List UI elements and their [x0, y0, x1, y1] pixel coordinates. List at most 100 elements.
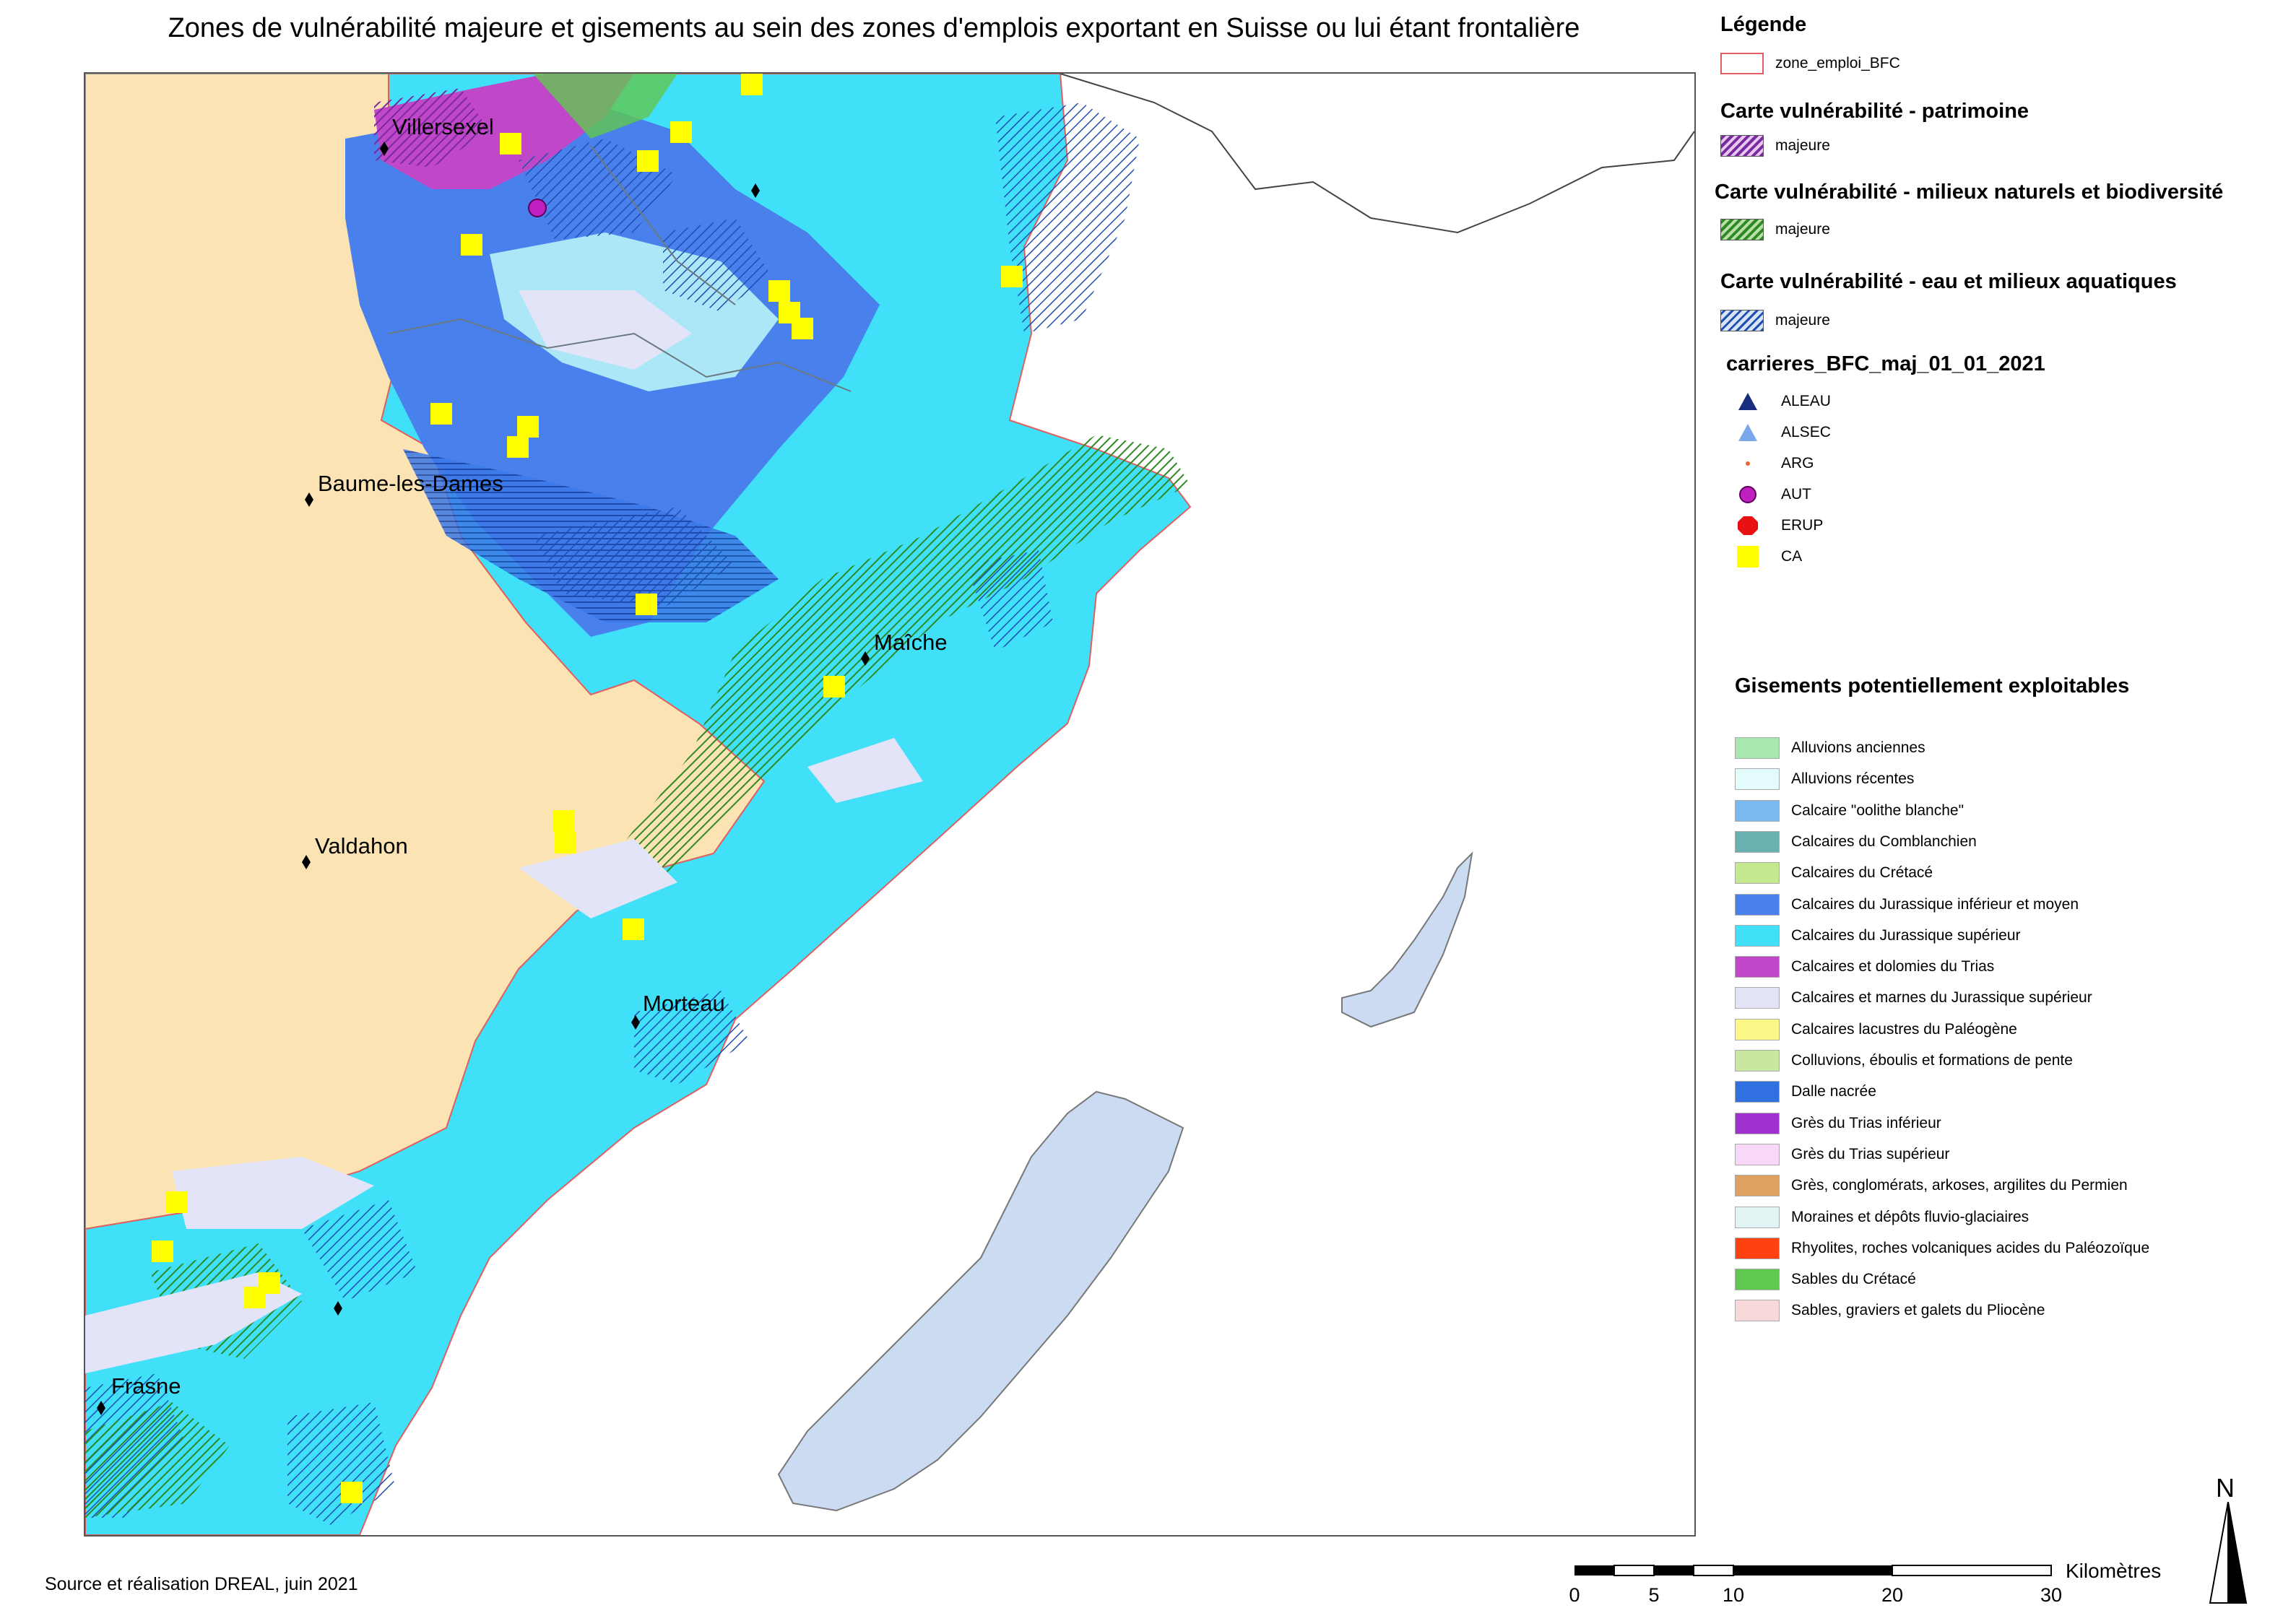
gisement-swatch [1735, 1081, 1780, 1103]
legend-label: Alluvions anciennes [1791, 739, 1925, 756]
scale-bar: 0 5 10 20 30 Kilomètres [1569, 1560, 2268, 1617]
legend-label: Calcaires du Comblanchien [1791, 833, 1977, 850]
north-letter: N [2216, 1473, 2235, 1503]
legend-section-title: Carte vulnérabilité - patrimoine [1720, 100, 2029, 123]
legend-label: Calcaires lacustres du Paléogène [1791, 1020, 2017, 1038]
legend-label: majeure [1775, 137, 1830, 154]
scale-graphic [1574, 1565, 2052, 1576]
legend-label: Calcaires et dolomies du Trias [1791, 958, 1995, 975]
scale-tick: 0 [1569, 1584, 1580, 1606]
legend-section-title: carrieres_BFC_maj_01_01_2021 [1726, 352, 2045, 375]
hatch-blue-swatch [1720, 310, 1764, 331]
lake-neuchatel-north [1341, 851, 1473, 1028]
gisement-swatch [1735, 737, 1780, 759]
legend-label: Moraines et dépôts fluvio-glaciaires [1791, 1208, 2029, 1225]
city-label: Valdahon [315, 833, 408, 859]
legend-label: AUT [1781, 486, 1811, 503]
city-label: Baume-les-Dames [318, 471, 503, 496]
legend-row-gisement: Calcaires du Jurassique inférieur et moy… [1735, 893, 2079, 916]
hatch-green-swatch [1720, 219, 1764, 240]
city-label: Morteau [643, 991, 725, 1016]
triangle-dark-icon [1726, 390, 1769, 413]
legend-row-gisement: Sables, graviers et galets du Pliocène [1735, 1299, 2045, 1322]
gisement-swatch [1735, 1237, 1780, 1259]
legend-heading: Légende [1720, 13, 1807, 36]
legend-row-gisement: Grès, conglomérats, arkoses, argilites d… [1735, 1174, 2128, 1197]
legend-label: Calcaires du Jurassique supérieur [1791, 926, 2021, 944]
swiss-border [1060, 74, 1694, 234]
legend-label: Dalle nacrée [1791, 1083, 1876, 1100]
legend-row-gisement: Calcaires et dolomies du Trias [1735, 955, 1994, 978]
legend-label: Grès du Trias inférieur [1791, 1114, 1941, 1131]
city-label: Maîche [874, 630, 948, 655]
gisement-swatch [1735, 1300, 1780, 1322]
lake-neuchatel [777, 1090, 1184, 1512]
legend-label: Calcaire "oolithe blanche" [1791, 801, 1964, 819]
legend-label: Alluvions récentes [1791, 770, 1915, 788]
scale-tick: 20 [1881, 1584, 1904, 1606]
scale-tick: 5 [1648, 1584, 1660, 1606]
legend-row-gisement: Calcaires lacustres du Paléogène [1735, 1018, 2017, 1041]
gisement-swatch [1735, 1269, 1780, 1291]
source-credit: Source et réalisation DREAL, juin 2021 [45, 1574, 358, 1594]
legend-row-gisement: Colluvions, éboulis et formations de pen… [1735, 1049, 2073, 1072]
scale-tick: 30 [2040, 1584, 2063, 1606]
legend-label: Sables du Crétacé [1791, 1271, 1916, 1288]
legend-label: majeure [1775, 312, 1830, 329]
legend-row-patrimoine: majeure [1720, 134, 1830, 157]
legend-label: Colluvions, éboulis et formations de pen… [1791, 1052, 2073, 1069]
legend-label: CA [1781, 548, 1803, 565]
north-arrow: N [2203, 1473, 2253, 1610]
legend-row-gisement: Grès du Trias supérieur [1735, 1143, 1949, 1166]
scale-tick: 10 [1722, 1584, 1745, 1606]
legend-row-gisement: Alluvions récentes [1735, 768, 1914, 791]
north-arrow-icon [2209, 1502, 2248, 1604]
legend-row-gisement: Calcaires du Crétacé [1735, 861, 1933, 885]
legend-label: Grès du Trias supérieur [1791, 1145, 1950, 1162]
legend-row-gisement: Calcaires et marnes du Jurassique supéri… [1735, 986, 2092, 1009]
city-label: Frasne [111, 1373, 181, 1399]
quarry-aut-marker [528, 199, 547, 217]
legend-row-eau: majeure [1720, 309, 1830, 332]
gisement-swatch [1735, 799, 1780, 822]
triangle-light-icon [1726, 421, 1769, 444]
legend-row-gisement: Moraines et dépôts fluvio-glaciaires [1735, 1206, 2029, 1229]
map-canvas [85, 74, 1694, 1535]
city-label: Villersexel [392, 114, 494, 139]
gisement-swatch [1735, 956, 1780, 978]
octagon-icon [1726, 514, 1769, 537]
legend-label: zone_emploi_BFC [1775, 55, 1900, 71]
legend-row-zone: zone_emploi_BFC [1720, 52, 1900, 75]
legend-label: Rhyolites, roches volcaniques acides du … [1791, 1239, 2150, 1256]
legend-row-aleau: ALEAU [1726, 390, 1831, 413]
gisement-swatch [1735, 893, 1780, 916]
legend-row-milieux: majeure [1720, 218, 1830, 241]
legend-section-title: Gisements potentiellement exploitables [1735, 674, 2130, 697]
legend-label: Calcaires du Crétacé [1791, 864, 1933, 882]
legend-row-arg: ARG [1726, 452, 1814, 475]
map-frame[interactable]: Villersexel Baume-les-Dames Maîche Valda… [84, 72, 1696, 1537]
legend-panel: Légende zone_emploi_BFC Carte vulnérabil… [1709, 0, 2287, 1621]
gisement-swatch [1735, 1018, 1780, 1040]
gisement-swatch [1735, 1143, 1780, 1165]
gisement-swatch [1735, 862, 1780, 885]
legend-label: ERUP [1781, 517, 1824, 534]
gisement-swatch [1735, 768, 1780, 791]
circle-icon [1726, 483, 1769, 506]
scale-unit: Kilomètres [2066, 1560, 2162, 1582]
legend-section-title: Carte vulnérabilité - milieux naturels e… [1715, 181, 2224, 204]
legend-label: ARG [1781, 455, 1814, 471]
legend-row-gisement: Sables du Crétacé [1735, 1268, 1916, 1291]
gisement-swatch [1735, 1112, 1780, 1134]
legend-label: ALSEC [1781, 424, 1831, 440]
gisement-swatch [1735, 1206, 1780, 1228]
legend-label: Calcaires et marnes du Jurassique supéri… [1791, 989, 2092, 1007]
legend-row-gisement: Alluvions anciennes [1735, 736, 1925, 760]
legend-row-gisement: Calcaires du Comblanchien [1735, 830, 1977, 853]
hatch-purple-swatch [1720, 135, 1764, 157]
legend-row-erup: ERUP [1726, 514, 1823, 537]
gisement-swatch [1735, 1175, 1780, 1197]
legend-section-title: Carte vulnérabilité - eau et milieux aqu… [1720, 270, 2177, 293]
legend-label: Sables, graviers et galets du Pliocène [1791, 1302, 2045, 1319]
legend-label: majeure [1775, 221, 1830, 238]
